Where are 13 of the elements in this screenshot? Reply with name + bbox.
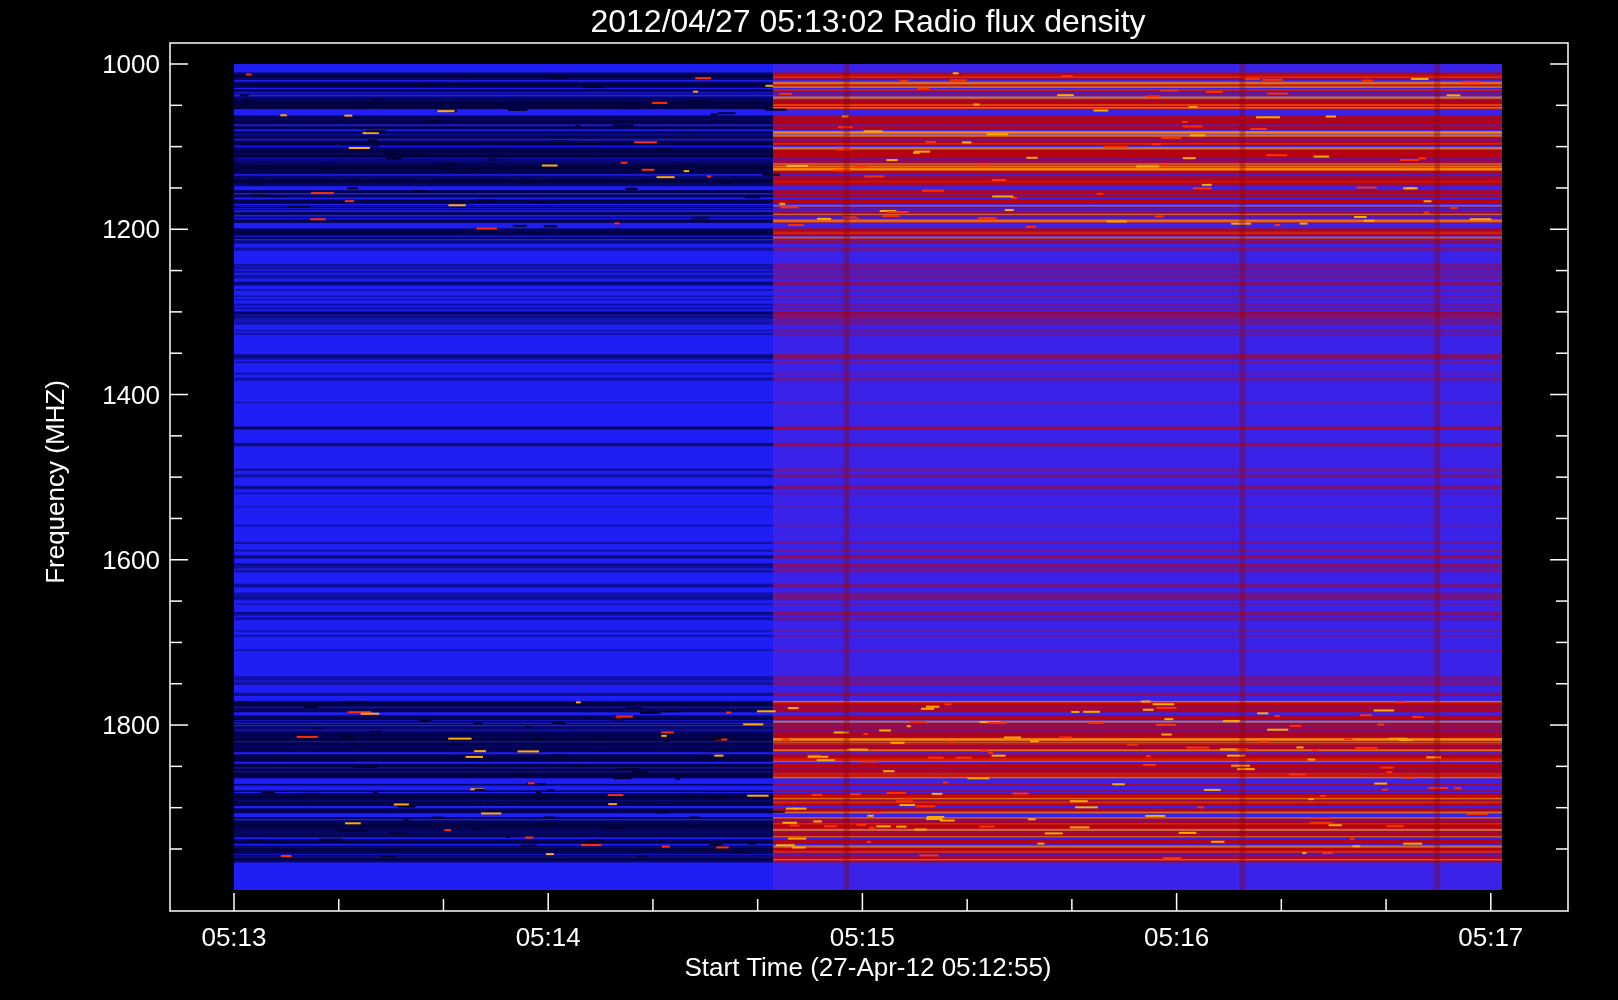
y-tick-label: 1600 xyxy=(102,544,160,575)
x-tick-label: 05:15 xyxy=(829,922,895,952)
y-tick-label: 1200 xyxy=(102,214,160,245)
y-axis-title: Frequency (MHZ) xyxy=(40,380,70,584)
x-tick-label: 05:14 xyxy=(515,922,581,952)
chart-title: 2012/04/27 05:13:02 Radio flux density xyxy=(590,3,1146,39)
y-tick-label: 1400 xyxy=(102,379,160,410)
y-tick-label: 1000 xyxy=(102,49,160,79)
y-tick-label: 1800 xyxy=(102,710,160,741)
x-tick-label: 05:13 xyxy=(201,922,267,952)
x-axis-title: Start Time (27-Apr-12 05:12:55) xyxy=(684,952,1052,982)
x-tick-label: 05:17 xyxy=(1458,922,1524,952)
x-tick-label: 05:16 xyxy=(1144,922,1210,952)
